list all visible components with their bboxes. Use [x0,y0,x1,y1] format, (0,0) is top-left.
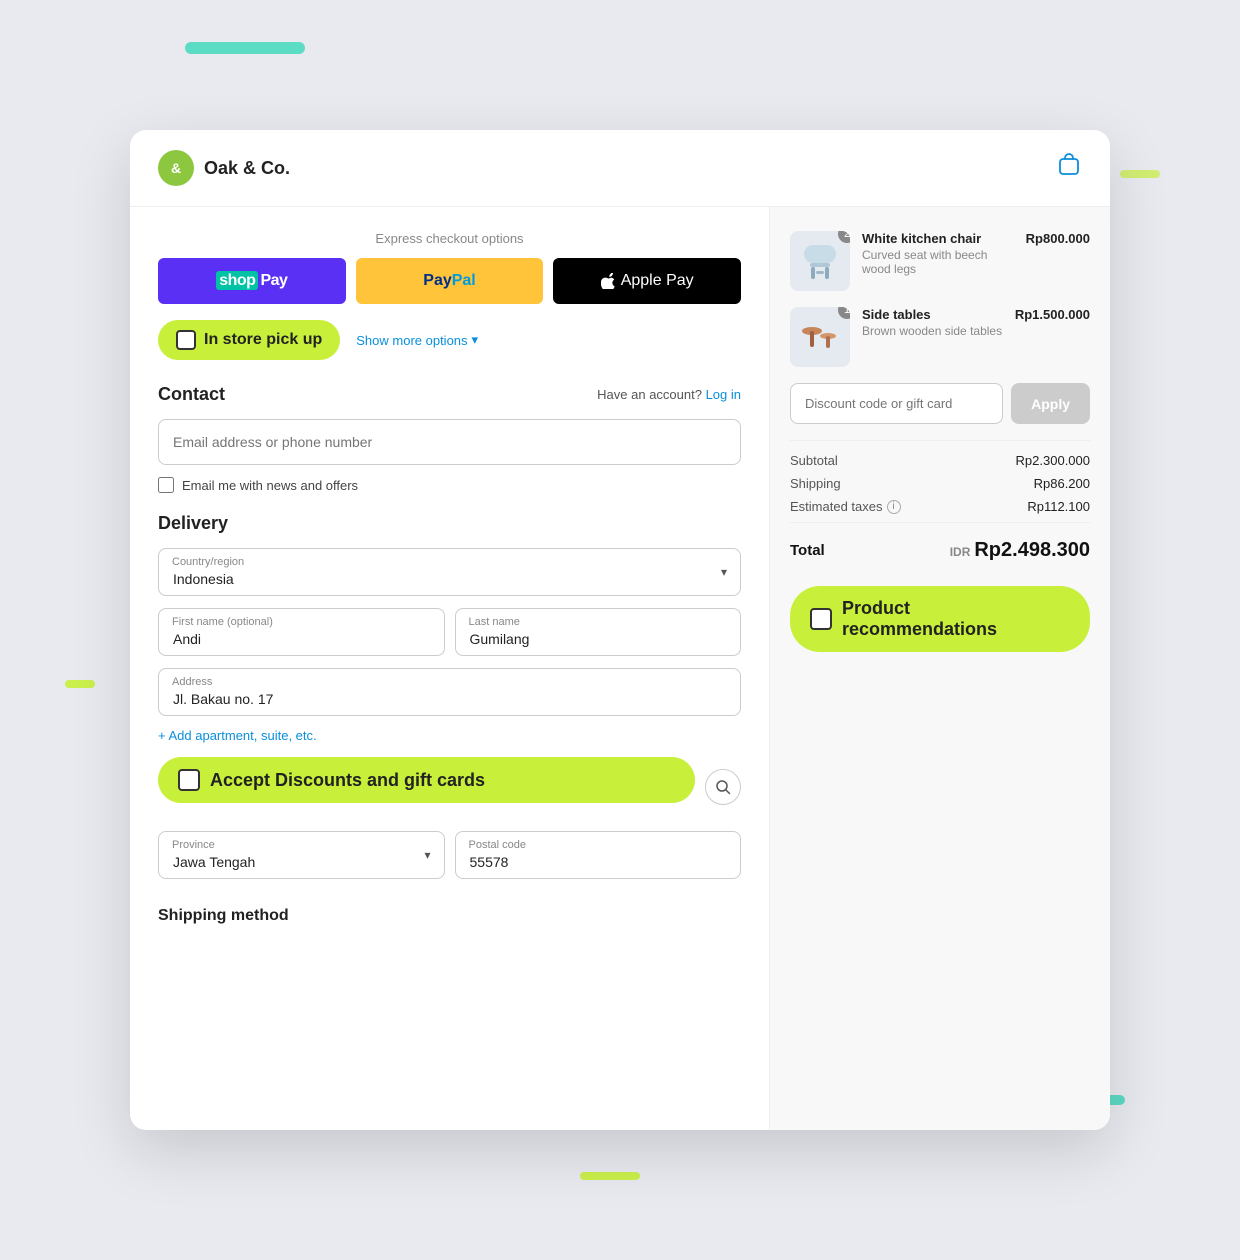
shipping-value: Rp86.200 [1034,476,1090,491]
order-totals: Subtotal Rp2.300.000 Shipping Rp86.200 E… [790,440,1090,562]
apply-button[interactable]: Apply [1011,383,1090,424]
last-name-wrapper: Last name [455,608,742,656]
order-item-1: 1 Side tables Brown wooden side tables R… [790,307,1090,367]
news-offers-checkbox[interactable] [158,477,174,493]
grand-total-label: Total [790,542,825,559]
logo-icon: & [158,150,194,186]
paypal-label: PayPal [423,272,475,290]
item-name-1: Side tables [862,307,1003,322]
product-rec-checkbox[interactable] [810,608,832,630]
applepay-label: Apple Pay [621,272,694,290]
address-wrapper: Address [158,668,741,716]
shipping-row: Shipping Rp86.200 [790,476,1090,491]
logo-area: & Oak & Co. [158,150,290,186]
express-buttons: shopPay PayPal Apple Pay [158,258,741,304]
discount-row: Apply [790,383,1090,424]
discount-input[interactable] [790,383,1003,424]
left-panel: Express checkout options shopPay PayPal [130,207,770,1130]
item-info-1: Side tables Brown wooden side tables [862,307,1003,338]
first-name-wrapper: First name (optional) [158,608,445,656]
city-postal-row: Province Jawa Tengah ▾ Postal code [158,831,741,891]
item-name-0: White kitchen chair [862,231,1014,246]
body-split: Express checkout options shopPay PayPal [130,207,1110,1130]
taxes-row: Estimated taxes i Rp112.100 [790,499,1090,514]
postal-input[interactable] [455,831,742,879]
accept-discounts-label: Accept Discounts and gift cards [210,770,485,791]
postal-wrapper: Postal code [455,831,742,879]
show-more-link[interactable]: Show more options ▾ [356,332,478,348]
product-rec-label: Product recommendations [842,598,1070,640]
news-offers-row: Email me with news and offers [158,477,741,493]
country-wrapper: Country/region Indonesia ▾ [158,548,741,596]
email-phone-input[interactable] [158,419,741,465]
taxes-info-icon[interactable]: i [887,500,901,514]
subtotal-value: Rp2.300.000 [1016,453,1090,468]
shipping-label: Shipping [790,476,841,491]
delivery-title: Delivery [158,513,741,534]
accept-discounts-checkbox[interactable] [178,769,200,791]
first-name-input[interactable] [158,608,445,656]
express-checkout-title: Express checkout options [158,231,741,246]
grand-total-value: IDRRp2.498.300 [950,539,1090,562]
name-row: First name (optional) Last name [158,608,741,668]
chevron-down-icon: ▾ [472,332,479,348]
item-desc-1: Brown wooden side tables [862,324,1003,338]
in-store-pickup-badge[interactable]: In store pick up [158,320,340,360]
taxes-value: Rp112.100 [1027,499,1090,514]
subtotal-label: Subtotal [790,453,838,468]
last-name-input[interactable] [455,608,742,656]
item-image-chair: 2 [790,231,850,291]
account-link: Have an account? Log in [597,387,741,402]
right-panel: 2 White kitchen chair Curved seat with b… [770,207,1110,1130]
add-apartment-link[interactable]: + Add apartment, suite, etc. [158,728,741,743]
grand-total-row: Total IDRRp2.498.300 [790,539,1090,562]
taxes-label: Estimated taxes i [790,499,901,514]
applepay-button[interactable]: Apple Pay [553,258,741,304]
shoppay-button[interactable]: shopPay [158,258,346,304]
in-store-checkbox[interactable] [176,330,196,350]
logo-name: Oak & Co. [204,158,290,179]
login-link[interactable]: Log in [706,387,741,402]
news-offers-label[interactable]: Email me with news and offers [182,478,358,493]
shipping-method-title: Shipping method [158,891,741,925]
item-image-table: 1 [790,307,850,367]
show-more-text: Show more options [356,333,467,348]
country-select[interactable]: Indonesia [158,548,741,596]
province-wrapper: Province Jawa Tengah ▾ [158,831,445,879]
main-card: & Oak & Co. Express checkout options sho… [130,130,1110,1130]
province-select[interactable]: Jawa Tengah [158,831,445,879]
contact-title: Contact [158,384,225,405]
contact-header: Contact Have an account? Log in [158,384,741,405]
item-price-0: Rp800.000 [1026,231,1090,246]
item-info-0: White kitchen chair Curved seat with bee… [862,231,1014,276]
product-recommendations-badge[interactable]: Product recommendations [790,586,1090,652]
shoppay-label: shopPay [216,272,287,290]
address-input[interactable] [158,668,741,716]
header: & Oak & Co. [130,130,1110,207]
item-price-1: Rp1.500.000 [1015,307,1090,322]
order-item-0: 2 White kitchen chair Curved seat with b… [790,231,1090,291]
in-store-label: In store pick up [204,331,322,349]
accept-discounts-badge[interactable]: Accept Discounts and gift cards [158,757,695,803]
grand-total-currency: IDR [950,545,971,559]
item-desc-0: Curved seat with beech wood legs [862,248,1014,276]
paypal-button[interactable]: PayPal [356,258,544,304]
pickup-row: In store pick up Show more options ▾ [158,320,741,360]
search-icon-circle[interactable] [705,769,741,805]
subtotal-row: Subtotal Rp2.300.000 [790,453,1090,468]
cart-icon[interactable] [1056,152,1082,184]
